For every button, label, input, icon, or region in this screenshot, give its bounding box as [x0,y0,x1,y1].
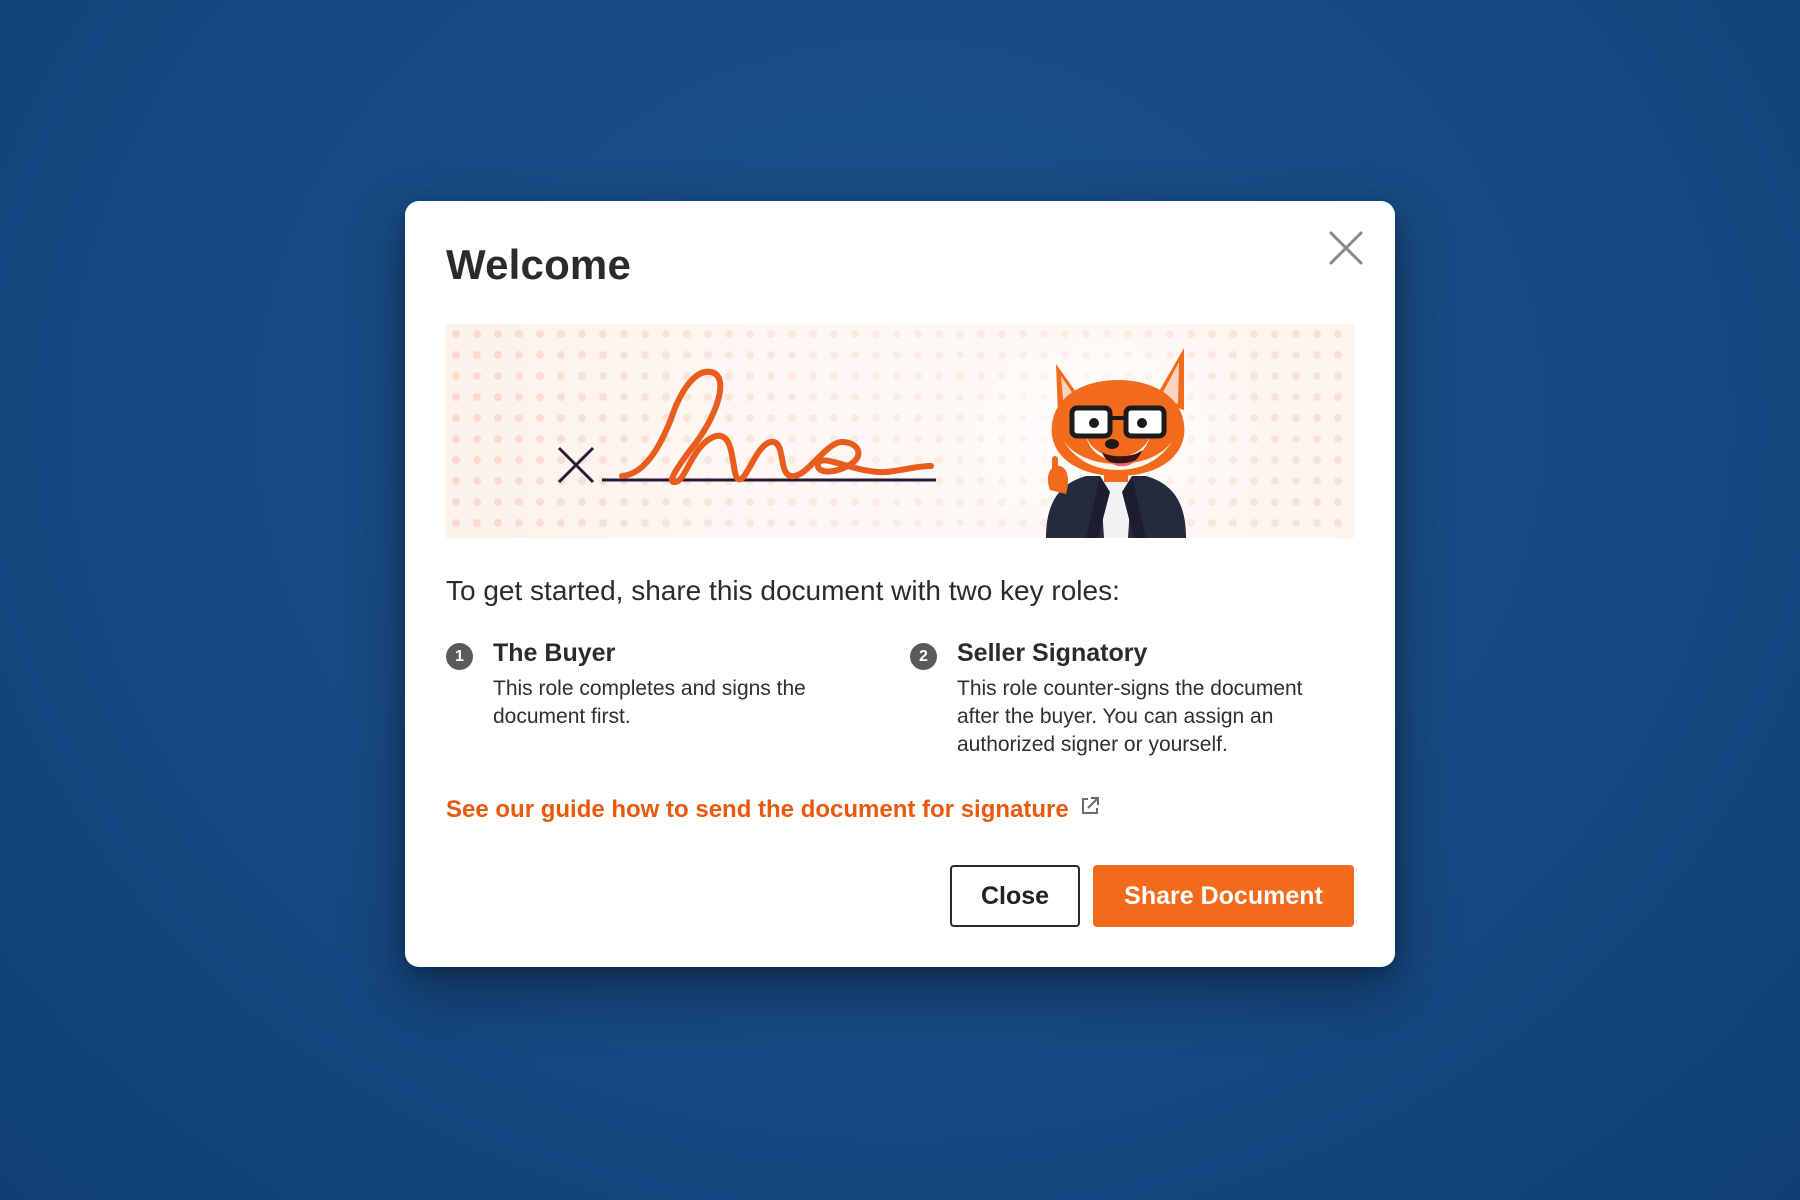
guide-link-label: See our guide how to send the document f… [446,795,1069,823]
signature-illustration [446,324,1354,538]
role-description: This role counter-signs the document aft… [957,677,1303,756]
dialog-title: Welcome [446,241,632,288]
welcome-dialog: Welcome To get started, share this docum… [405,201,1395,967]
role-description: This role completes and signs the docume… [493,677,806,728]
step-number-badge: 1 [446,643,473,670]
close-button[interactable]: Close [950,865,1080,927]
guide-link[interactable]: See our guide how to send the document f… [446,795,1101,824]
external-link-icon [1079,795,1101,824]
close-icon[interactable] [1327,229,1365,267]
share-document-button[interactable]: Share Document [1093,865,1354,927]
role-name: The Buyer [493,639,616,667]
step-number-badge: 2 [910,643,937,670]
role-name: Seller Signatory [957,639,1148,667]
intro-text: To get started, share this document with… [446,575,1120,606]
